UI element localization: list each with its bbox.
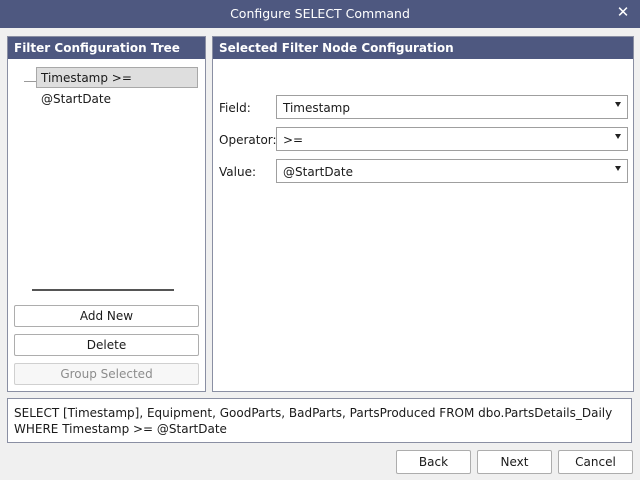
field-select-value: Timestamp — [283, 101, 350, 115]
node-config-header: Selected Filter Node Configuration — [213, 37, 633, 59]
sql-preview: SELECT [Timestamp], Equipment, GoodParts… — [7, 398, 632, 443]
field-select[interactable]: Timestamp — [276, 95, 628, 119]
group-selected-button[interactable]: Group Selected — [14, 363, 199, 385]
next-button[interactable]: Next — [477, 450, 552, 474]
operator-select[interactable]: >= — [276, 127, 628, 151]
value-select[interactable]: @StartDate — [276, 159, 628, 183]
node-config-panel: Selected Filter Node Configuration Field… — [212, 36, 634, 392]
tree-node[interactable]: Timestamp >= @StartDate — [36, 67, 198, 106]
chevron-down-icon — [615, 134, 621, 139]
operator-select-value: >= — [283, 133, 304, 147]
cancel-button[interactable]: Cancel — [558, 450, 633, 474]
chevron-down-icon — [615, 166, 621, 171]
tree-horizontal-scrollbar[interactable] — [32, 289, 174, 291]
back-button[interactable]: Back — [396, 450, 471, 474]
operator-label: Operator: — [219, 133, 277, 147]
close-icon[interactable]: ✕ — [614, 3, 632, 21]
title-bar: Configure SELECT Command ✕ — [0, 0, 640, 28]
add-new-button[interactable]: Add New — [14, 305, 199, 327]
value-label: Value: — [219, 165, 256, 179]
chevron-down-icon — [615, 102, 621, 107]
delete-button[interactable]: Delete — [14, 334, 199, 356]
filter-tree-header: Filter Configuration Tree — [8, 37, 205, 59]
window-title: Configure SELECT Command — [230, 6, 410, 21]
value-select-value: @StartDate — [283, 165, 353, 179]
field-label: Field: — [219, 101, 251, 115]
filter-tree-panel: Filter Configuration Tree Timestamp >= @… — [7, 36, 206, 392]
